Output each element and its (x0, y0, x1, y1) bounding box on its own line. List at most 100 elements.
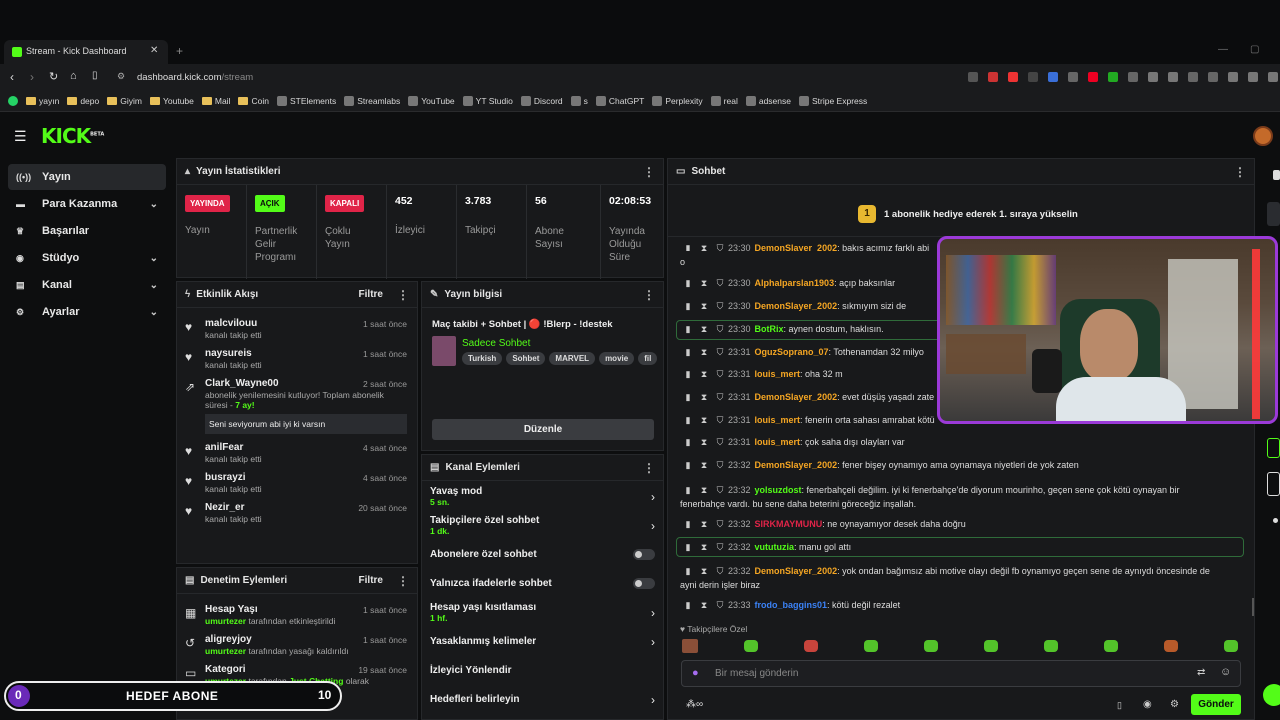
delete-icon[interactable]: ▮ (680, 437, 696, 448)
extension-7-icon[interactable] (1108, 72, 1118, 82)
edit-button[interactable]: Düzenle (432, 419, 654, 440)
emote-8[interactable] (1164, 640, 1178, 652)
delete-icon[interactable]: ▮ (680, 347, 696, 358)
chat-username[interactable]: BotRix (755, 324, 784, 334)
moderation-item[interactable]: ↺ aligreyjoy umurtezer tarafından yasağı k… (177, 634, 417, 656)
chat-message[interactable]: ▮ ⧗ ⛉ 23:32 DemonSlayer_2002: yok ondan bağı… (680, 564, 1210, 592)
timeout-icon[interactable]: ⧗ (696, 415, 712, 426)
chat-message[interactable]: ▮ ⧗ ⛉ 23:31 louis_mert: fenerin orta sahası … (680, 415, 935, 426)
bookmark-page-icon[interactable]: ▯ (92, 70, 98, 81)
chat-username[interactable]: vututuzia (755, 542, 795, 552)
share-chat-icon[interactable]: ⁂∞ (686, 699, 703, 710)
chat-username[interactable]: louis_mert (755, 415, 801, 425)
back-icon[interactable]: ‹ (10, 70, 14, 84)
moderation-filter-button[interactable]: Filtre (359, 575, 383, 586)
ban-icon[interactable]: ⛉ (712, 347, 728, 358)
extensions-icon[interactable] (1148, 72, 1158, 82)
menu-dots-icon[interactable] (1268, 72, 1278, 82)
site-info-icon[interactable]: ⚙ (117, 71, 125, 82)
delete-icon[interactable]: ▮ (680, 460, 696, 471)
bookmark-item[interactable]: Discord (520, 96, 563, 106)
emote-5[interactable] (984, 640, 998, 652)
category-link[interactable]: Sadece Sohbet (462, 338, 530, 349)
sidebar-item-başarılar[interactable]: ♕ Başarılar (8, 218, 166, 244)
bookmark-item[interactable]: YT Studio (462, 96, 513, 106)
media-icon[interactable] (1188, 72, 1198, 82)
chat-username[interactable]: yolsuzdost (755, 485, 802, 495)
bookmark-item[interactable]: real (710, 96, 738, 106)
timeout-icon[interactable]: ⧗ (696, 301, 712, 312)
chat-message[interactable]: ▮ ⧗ ⛉ 23:32 vututuzia: manu gol attı (680, 542, 852, 553)
chat-scrollbar[interactable] (1252, 598, 1254, 616)
extension-8-icon[interactable] (1128, 72, 1138, 82)
toggle-switch[interactable] (633, 578, 655, 589)
bookmark-item[interactable]: Giyim (107, 96, 142, 106)
activity-item[interactable]: ♥ Nezir_er kanalı takip etti 20 saat önce (177, 502, 417, 524)
ban-icon[interactable]: ⛉ (712, 483, 728, 497)
chat-username[interactable]: louis_mert (755, 369, 801, 379)
rail-icon[interactable] (1273, 518, 1278, 523)
bookmark-item[interactable]: Stripe Express (798, 96, 867, 106)
stats-menu-icon[interactable]: ⋮ (643, 165, 655, 179)
timeout-icon[interactable]: ⧗ (696, 278, 712, 289)
emoji-icon[interactable]: ☺ (1220, 666, 1231, 678)
rail-icon[interactable] (1267, 202, 1280, 226)
chat-input[interactable]: ● Bir mesaj gönderin ⇄ ☺ (681, 660, 1241, 687)
delete-icon[interactable]: ▮ (680, 369, 696, 380)
send-button[interactable]: Gönder (1191, 694, 1241, 715)
stream-info-menu-icon[interactable]: ⋮ (643, 288, 655, 302)
bookmark-item[interactable]: YouTube (408, 96, 455, 106)
ban-icon[interactable]: ⛉ (712, 564, 728, 578)
translate-icon[interactable]: ⇄ (1197, 667, 1205, 678)
minimize-icon[interactable]: — (1218, 44, 1228, 55)
chat-bubble-icon[interactable]: ◉ (1143, 699, 1152, 710)
tab-search-icon[interactable] (1168, 72, 1178, 82)
extension-6-icon[interactable] (1088, 72, 1098, 82)
category-thumbnail[interactable] (432, 336, 456, 366)
bookmark-item[interactable]: Mail (201, 96, 230, 106)
delete-icon[interactable]: ▮ (680, 415, 696, 426)
ban-icon[interactable]: ⛉ (712, 324, 728, 335)
chat-username[interactable]: DemonSlayer_2002 (755, 460, 838, 470)
timeout-icon[interactable]: ⧗ (696, 347, 712, 358)
ban-icon[interactable]: ⛉ (712, 600, 728, 611)
chat-menu-icon[interactable]: ⋮ (1234, 165, 1246, 179)
extension-3-icon[interactable] (1028, 72, 1038, 82)
ban-icon[interactable]: ⛉ (712, 243, 728, 251)
lock-icon[interactable]: ▯ (1117, 700, 1122, 711)
delete-icon[interactable]: ▮ (680, 600, 696, 611)
ban-icon[interactable]: ⛉ (712, 415, 728, 426)
emote-6[interactable] (1044, 640, 1058, 652)
chat-username[interactable]: SIRKMAYMUNU (755, 519, 823, 529)
address-bar[interactable]: dashboard.kick.com/stream (137, 72, 253, 83)
bookmark-item[interactable]: Coin (238, 96, 269, 106)
channel-action-item[interactable]: Yavaş mod 5 sn. › (422, 482, 663, 511)
chat-username[interactable]: Alphalparslan1903 (755, 278, 835, 288)
chat-username[interactable]: DemonSlayer_2002 (755, 392, 838, 402)
activity-menu-icon[interactable]: ⋮ (397, 288, 409, 302)
chat-username[interactable]: OguzSoprano_07 (755, 347, 829, 357)
emote-9[interactable] (1224, 640, 1238, 652)
bookmark-item[interactable]: adsense (745, 96, 791, 106)
ban-icon[interactable]: ⛉ (712, 519, 728, 530)
new-tab-icon[interactable]: + (176, 44, 183, 58)
delete-icon[interactable]: ▮ (680, 483, 696, 497)
sidebar-item-yayın[interactable]: ((•)) Yayın (8, 164, 166, 190)
delete-icon[interactable]: ▮ (680, 301, 696, 312)
kick-logo[interactable]: KICKBETA (41, 124, 104, 148)
bookmark-item[interactable]: STElements (276, 96, 336, 106)
timeout-icon[interactable]: ⧗ (696, 369, 712, 380)
sidebar-item-ayarlar[interactable]: ⚙ Ayarlar ⌄ (8, 299, 166, 325)
bookmark-item[interactable]: yayın (26, 96, 59, 106)
timeout-icon[interactable]: ⧗ (696, 437, 712, 448)
ban-icon[interactable]: ⛉ (712, 301, 728, 312)
activity-item[interactable]: ⇗ Clark_Wayne00 abonelik yenilemesini kutl… (177, 378, 417, 434)
timeout-icon[interactable]: ⧗ (696, 600, 712, 611)
sidebar-item-kanal[interactable]: ▤ Kanal ⌄ (8, 272, 166, 298)
delete-icon[interactable]: ▮ (680, 324, 696, 335)
emote-1[interactable] (744, 640, 758, 652)
moderation-item[interactable]: ▦ Hesap Yaşı umurtezer tarafından etkinleş… (177, 604, 417, 626)
chat-message[interactable]: ▮ ⧗ ⛉ 23:31 DemonSlayer_2002: evet düşüş yaş… (680, 392, 935, 403)
chat-username[interactable]: DemonSlayer_2002 (755, 301, 838, 311)
whatsapp-icon[interactable] (8, 96, 18, 106)
